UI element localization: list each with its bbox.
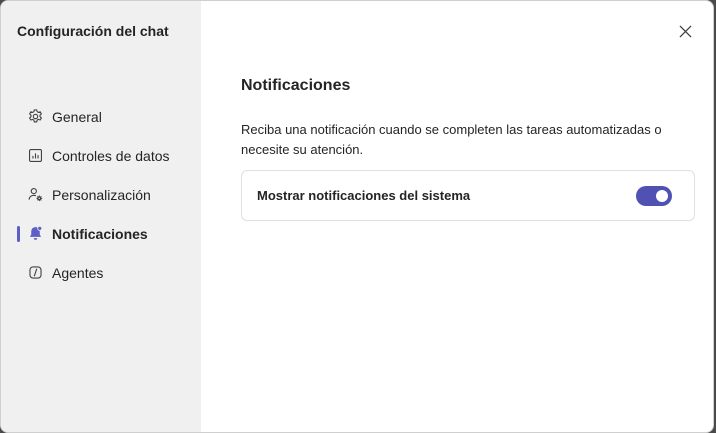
sidebar-title: Configuración del chat <box>17 23 169 39</box>
sidebar-item-agents[interactable]: Agentes <box>1 253 201 292</box>
section-description: Reciba una notificación cuando se comple… <box>241 122 662 157</box>
bell-icon <box>26 225 44 243</box>
sidebar-item-notifications[interactable]: Notificaciones <box>1 214 201 253</box>
setting-label: Mostrar notificaciones del sistema <box>257 188 471 203</box>
chart-icon <box>26 147 44 165</box>
close-button[interactable] <box>673 19 697 43</box>
sidebar-item-label: General <box>52 108 102 125</box>
sidebar-item-label: Controles de datos <box>52 147 170 164</box>
agent-icon <box>26 264 44 282</box>
toggle-knob <box>656 190 668 202</box>
sidebar: Configuración del chat General Controles… <box>1 1 201 432</box>
gear-icon <box>26 108 44 126</box>
system-notifications-toggle[interactable] <box>636 186 672 206</box>
sidebar-item-personalization[interactable]: Personalización <box>1 175 201 214</box>
setting-card-system-notifications: Mostrar notificaciones del sistema <box>241 170 695 221</box>
person-settings-icon <box>26 186 44 204</box>
page-title: Notificaciones <box>241 77 351 94</box>
main-panel: Notificaciones Reciba una notificación c… <box>201 1 713 432</box>
sidebar-item-label: Personalización <box>52 186 151 203</box>
close-icon <box>678 24 692 38</box>
sidebar-item-label: Notificaciones <box>52 225 148 242</box>
sidebar-item-general[interactable]: General <box>1 97 201 136</box>
sidebar-nav: General Controles de datos Personalizaci… <box>1 97 201 292</box>
settings-dialog: Configuración del chat General Controles… <box>0 0 714 433</box>
sidebar-item-label: Agentes <box>52 264 104 281</box>
sidebar-item-data-controls[interactable]: Controles de datos <box>1 136 201 175</box>
active-indicator <box>17 226 20 242</box>
